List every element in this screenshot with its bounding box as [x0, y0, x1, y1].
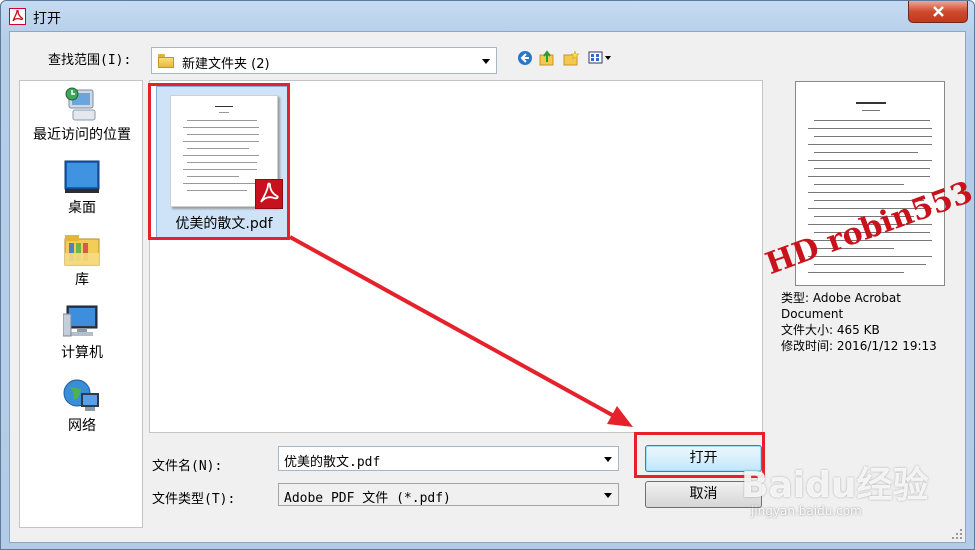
- baidu-url: jingyan.baidu.com: [751, 504, 862, 518]
- open-dialog: 打开 查找范围(I): 新建文件夹 (2) 最近访问的位置 桌面 库 计算机 网…: [0, 0, 975, 550]
- baidu-logo: Baidu经验: [741, 465, 929, 506]
